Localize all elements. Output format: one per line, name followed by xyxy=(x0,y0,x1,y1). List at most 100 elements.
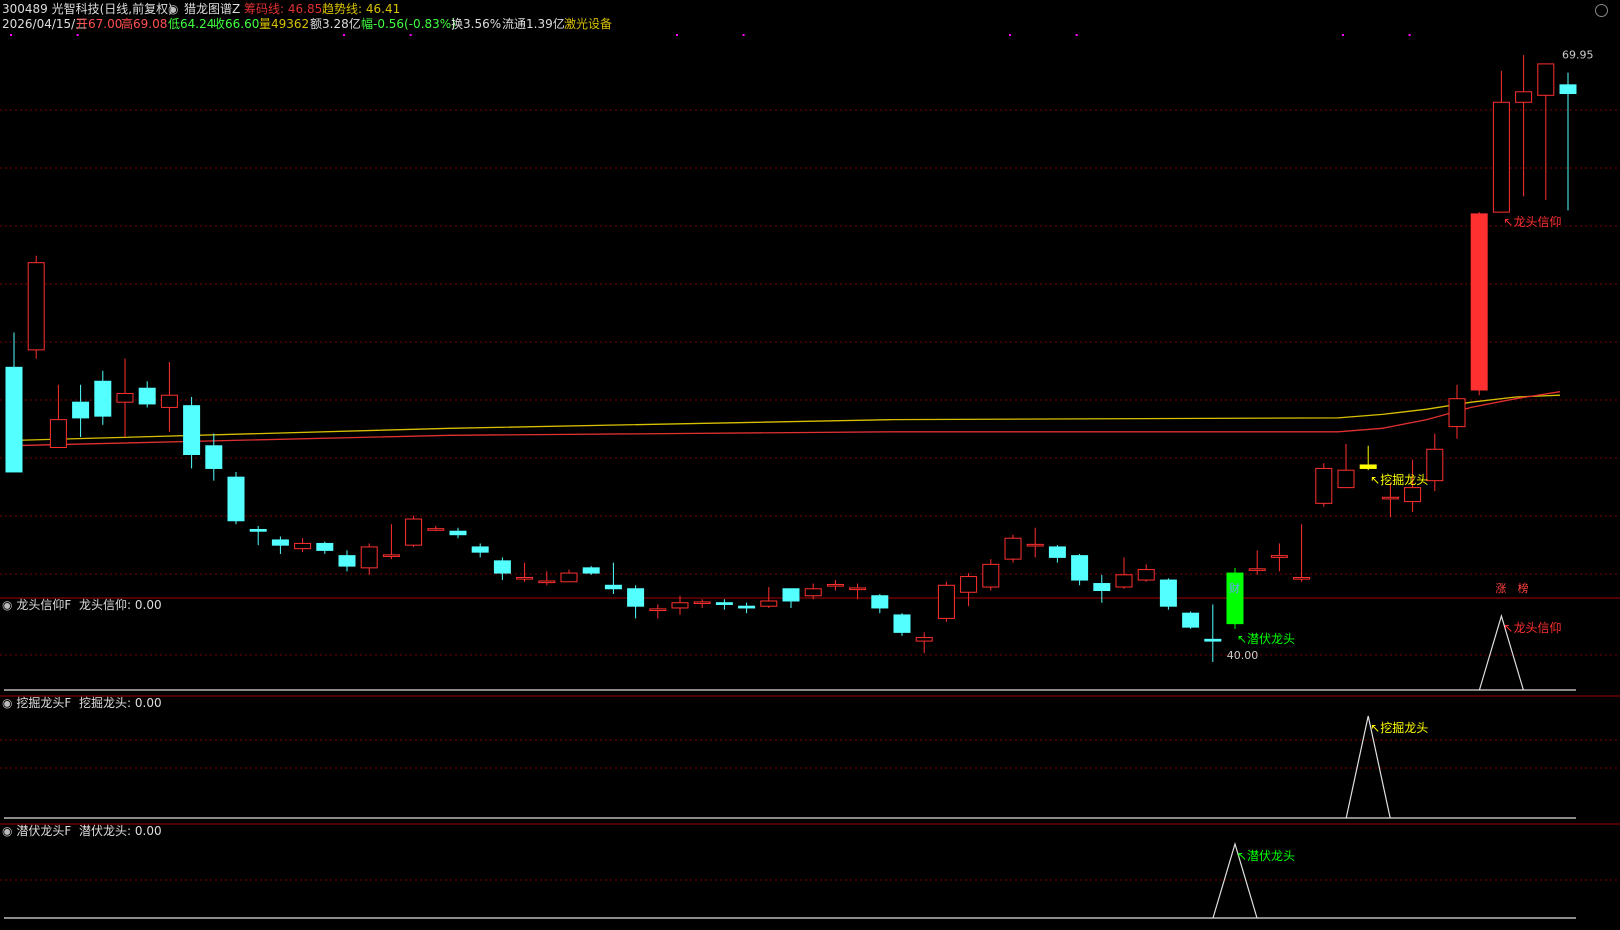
candle-body xyxy=(560,572,578,583)
candle-body xyxy=(493,560,511,574)
date-label: 2026/04/15/三 xyxy=(2,17,88,31)
signal-dot xyxy=(742,34,745,36)
signal-dot xyxy=(76,34,79,36)
chip-line-value: 筹码线: 46.85 xyxy=(244,2,323,16)
candle-body xyxy=(1137,569,1155,581)
candle-body xyxy=(804,588,822,597)
candle-body xyxy=(1381,496,1399,500)
turnover-label: 换3.56% xyxy=(451,17,502,31)
candle-body xyxy=(449,530,467,536)
candle-body xyxy=(1026,543,1044,547)
candle-body xyxy=(1204,638,1222,642)
signal-dot xyxy=(343,34,345,36)
candle-body xyxy=(49,419,67,449)
candle-body xyxy=(271,539,289,546)
annotation-label: ↖龙头信仰 xyxy=(1503,214,1561,229)
subpanel-settings-icon[interactable]: ◉ xyxy=(2,824,12,838)
signal-dot xyxy=(1342,34,1344,36)
candle-body xyxy=(1492,101,1510,213)
subpanel-1-header: ◉ 龙头信仰F 龙头信仰: 0.00 xyxy=(2,598,162,612)
candle-body xyxy=(116,392,134,403)
candle-body xyxy=(382,554,400,557)
candle-body xyxy=(5,366,23,473)
close-label: 收66.60 xyxy=(213,17,260,31)
bottom-tag: 财 xyxy=(1229,581,1240,595)
candle-body xyxy=(160,394,178,408)
candle-body xyxy=(715,602,733,605)
candle-body xyxy=(1226,572,1244,625)
trend-line xyxy=(5,394,1561,442)
candle-body xyxy=(671,602,689,609)
candle-body xyxy=(183,405,201,455)
candle-body xyxy=(582,567,600,574)
candle-body xyxy=(1071,555,1089,581)
candle-body xyxy=(1248,568,1266,571)
subpanel-1-title[interactable]: 龙头信仰F xyxy=(16,598,71,612)
candle-body xyxy=(1337,469,1355,489)
candle-body xyxy=(205,445,223,469)
chart-nav-icon[interactable] xyxy=(1595,4,1608,17)
candle-body xyxy=(1559,84,1577,95)
candle-body xyxy=(249,528,267,532)
signal-dot xyxy=(676,34,678,36)
signal-dot xyxy=(1075,34,1078,36)
candle-body xyxy=(405,518,423,546)
candle-body xyxy=(94,380,112,417)
candle-body xyxy=(1048,546,1066,558)
low-label: 低64.24 xyxy=(168,17,215,31)
candle-body xyxy=(27,262,45,351)
stock-title: 300489 光智科技(日线,前复权) xyxy=(2,2,173,16)
subpanel-2-value: 挖掘龙头: 0.00 xyxy=(79,696,162,710)
volume-label: 量49362 xyxy=(259,17,310,31)
subpanel-2-title[interactable]: 挖掘龙头F xyxy=(16,696,71,710)
candle-body xyxy=(1448,398,1466,428)
subpanel-settings-icon[interactable]: ◉ xyxy=(2,696,12,710)
candle-body xyxy=(982,563,1000,588)
float-cap-label: 流通1.39亿 xyxy=(502,17,565,31)
candle-body xyxy=(138,387,156,405)
candle-body xyxy=(1359,464,1377,469)
open-label: 开67.00 xyxy=(76,17,123,31)
candle-body xyxy=(338,555,356,567)
bottom-tag: 涨 xyxy=(1495,582,1506,595)
candle-body xyxy=(72,401,90,419)
candle-body xyxy=(360,546,378,569)
candle-body xyxy=(316,542,334,551)
candle-body xyxy=(849,587,867,591)
indicator-name[interactable]: 猎龙图谱Z xyxy=(184,2,240,16)
candle-body xyxy=(604,584,622,590)
annotation-label: ↖挖掘龙头 xyxy=(1370,472,1428,487)
subpanel-peak-label: ↖龙头信仰 xyxy=(1503,620,1561,635)
candle-body xyxy=(1270,555,1288,558)
candle-body xyxy=(693,601,711,605)
candle-body xyxy=(1426,448,1444,482)
signal-dot xyxy=(1009,34,1011,36)
candle-body xyxy=(1315,467,1333,504)
subpanel-settings-icon[interactable]: ◉ xyxy=(2,598,12,612)
candle-body xyxy=(1004,537,1022,560)
amount-label: 额3.28亿 xyxy=(310,17,361,31)
stock-chart: 69.95 40.00 ↖龙头信仰 ↖挖掘龙头 ↖潜伏龙头 财 涨榜 ↖龙头信仰 ↖挖掘龙头 ↖潜… xyxy=(0,0,1620,930)
candle-body xyxy=(871,595,889,609)
candle-body xyxy=(960,576,978,593)
indicator-settings-icon[interactable]: ◉ xyxy=(168,2,178,16)
candle-body xyxy=(1182,612,1200,628)
trend-line-value: 趋势线: 46.41 xyxy=(322,2,401,16)
candle-body xyxy=(1470,213,1488,391)
min-price-label: 40.00 xyxy=(1227,649,1259,662)
candle-body xyxy=(1093,583,1111,592)
change-label: 幅-0.56(-0.83%) xyxy=(361,17,456,31)
annotation-label: ↖潜伏龙头 xyxy=(1237,632,1295,646)
candle-body xyxy=(427,528,445,531)
candle-body xyxy=(1537,63,1555,96)
candle-body xyxy=(1293,577,1311,580)
signal-dot xyxy=(1408,34,1411,36)
candle-body xyxy=(915,637,933,642)
subpanel-3-title[interactable]: 潜伏龙头F xyxy=(16,824,71,838)
candle-body xyxy=(760,600,778,607)
candle-body xyxy=(294,542,312,550)
candle-body xyxy=(471,546,489,553)
sector-label[interactable]: 激光设备 xyxy=(564,17,612,31)
candlestick-chart[interactable]: 69.95 40.00 ↖龙头信仰 ↖挖掘龙头 ↖潜伏龙头 财 涨榜 ↖龙头信仰 ↖挖掘龙头 ↖潜… xyxy=(0,0,1620,930)
high-label: 高69.08 xyxy=(121,17,168,31)
